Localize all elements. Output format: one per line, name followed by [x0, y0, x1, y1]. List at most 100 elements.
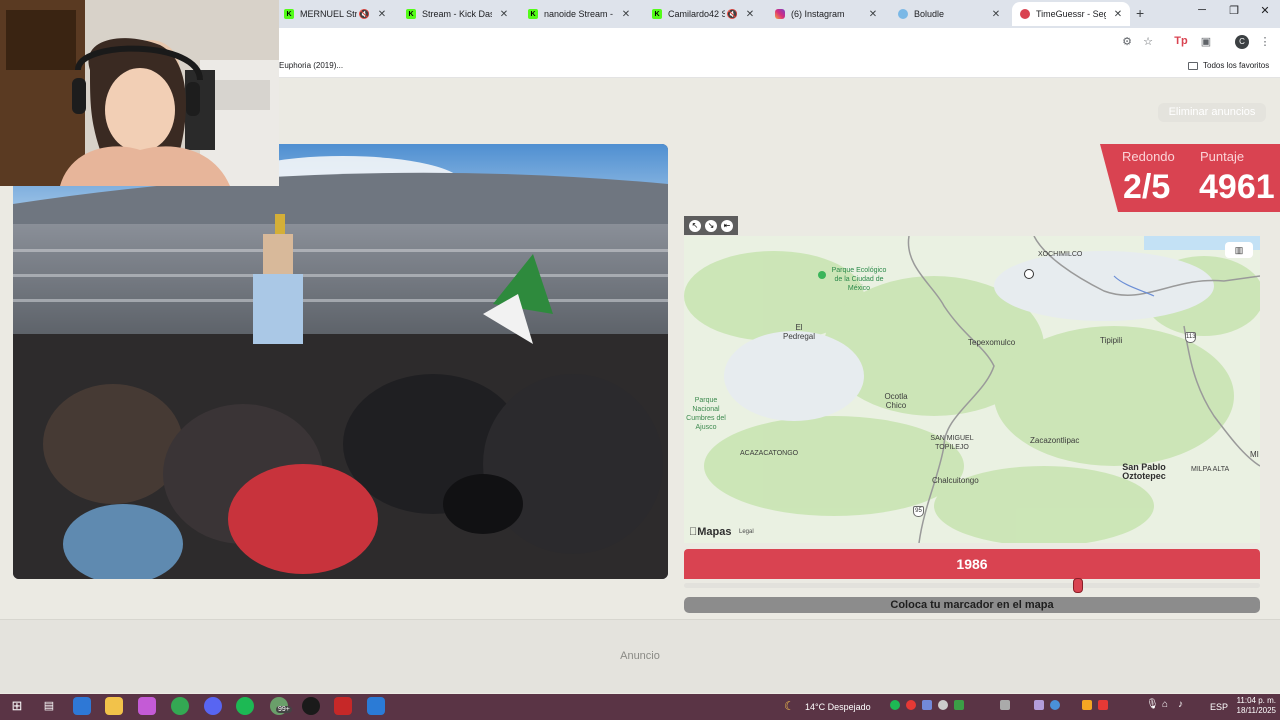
year-slider-thumb[interactable]	[1073, 578, 1083, 593]
map-legal-link[interactable]: Legal	[739, 529, 754, 535]
close-tab-icon[interactable]: ✕	[744, 9, 756, 20]
tray-monitor-icon[interactable]	[1000, 700, 1010, 710]
round-value: 2/5	[1123, 168, 1171, 206]
weather-text[interactable]: 14°C Despejado	[805, 702, 871, 712]
tab-camilardo[interactable]: K Camilardo42 Stre 🔇 ✕	[644, 2, 762, 26]
windows-start-icon[interactable]: ⊞	[8, 697, 26, 715]
tray-spotify-icon[interactable]	[890, 700, 900, 710]
year-slider-track[interactable]	[684, 583, 1260, 588]
muted-speaker-icon[interactable]: 🔇	[727, 9, 738, 20]
minimize-icon[interactable]: ─	[1187, 4, 1217, 16]
bookmark-star-icon[interactable]: ☆	[1140, 35, 1156, 48]
obs-icon[interactable]	[302, 697, 320, 715]
map-label-tepexomulco: Tepexomulco	[968, 338, 1016, 347]
map-label-ocotla: Ocotla Chico	[884, 392, 908, 410]
task-view-icon[interactable]: ▤	[40, 697, 58, 715]
all-bookmarks-label: Todos los favoritos	[1203, 61, 1270, 70]
screen: K MERNUEL Stream 🔇 ✕ K Stream - Kick Das…	[0, 0, 1280, 720]
close-tab-icon[interactable]: ✕	[1112, 9, 1124, 20]
tray-steam-icon[interactable]	[1050, 700, 1060, 710]
moon-weather-icon: ☾	[784, 699, 795, 713]
close-tab-icon[interactable]: ✕	[376, 9, 388, 20]
clock-date: 18/11/2025	[1236, 706, 1276, 715]
close-window-icon[interactable]: ✕	[1250, 4, 1280, 17]
editor-app-icon[interactable]	[367, 697, 385, 715]
file-explorer-icon[interactable]	[105, 697, 123, 715]
spotify-icon[interactable]	[236, 697, 254, 715]
all-bookmarks-folder[interactable]: Todos los favoritos	[1188, 61, 1269, 70]
webcam-feed-illustration	[0, 0, 279, 186]
tab-nanoide[interactable]: K nanoide Stream - Wa ✕	[520, 2, 638, 26]
map-type-icon[interactable]: ▥	[1225, 242, 1253, 258]
tray-mic-icon[interactable]: 🎙	[1146, 699, 1159, 710]
tab-timeguessr[interactable]: TimeGuessr - Segund ✕	[1012, 2, 1130, 26]
grab-cursor-icon	[1024, 269, 1034, 279]
map-size-controls: ↖ ↘ ⇤	[684, 216, 738, 235]
kick-icon: K	[652, 9, 662, 19]
close-tab-icon[interactable]: ✕	[867, 9, 879, 20]
tab-instagram[interactable]: (6) Instagram ✕	[767, 2, 885, 26]
map-label-zacazontlipac: Zacazontlipac	[1030, 436, 1080, 445]
tray-app-icon[interactable]	[906, 700, 916, 710]
tray-app3-icon[interactable]	[1098, 700, 1108, 710]
tab-boludle[interactable]: Boludle ✕	[890, 2, 1008, 26]
park-marker-icon	[818, 271, 826, 279]
translate-icon[interactable]: ⚙	[1119, 35, 1135, 48]
tray-volume-icon[interactable]: ♪	[1178, 699, 1183, 710]
kick-icon: K	[528, 9, 538, 19]
round-label: Redondo	[1122, 149, 1175, 164]
muted-speaker-icon[interactable]: 🔇	[359, 9, 370, 20]
taskbar-clock[interactable]: 11:04 p. m. 18/11/2025	[1228, 696, 1276, 716]
remove-ads-button[interactable]: Eliminar anuncios	[1158, 103, 1266, 122]
language-indicator[interactable]: ESP	[1210, 702, 1228, 712]
shrink-map-icon[interactable]: ↖	[689, 219, 701, 232]
tray-obs-icon[interactable]	[938, 700, 948, 710]
place-marker-button[interactable]: Coloca tu marcador en el mapa	[684, 597, 1260, 613]
map-label-acazacatongo: ACAZACATONGO	[740, 450, 799, 457]
outlook-icon[interactable]	[73, 697, 91, 715]
kick-icon: K	[284, 9, 294, 19]
map-label-chalcuitongo: Chalcuitongo	[932, 476, 979, 485]
highway-shield-icon: 95	[913, 506, 924, 517]
year-display: 1986	[684, 549, 1260, 579]
folder-icon	[1188, 61, 1198, 70]
close-tab-icon[interactable]: ✕	[498, 9, 510, 20]
tray-discord-icon[interactable]	[922, 700, 932, 710]
tray-nvidia-icon[interactable]	[954, 700, 964, 710]
score-panel: Redondo Puntaje 2/5 4961	[1100, 144, 1280, 212]
guess-map[interactable]: XOCHIMILCO Parque Ecológico de la Ciudad…	[684, 236, 1260, 543]
map-label-park: Parque Ecológico de la Ciudad de México	[831, 267, 887, 292]
close-tab-icon[interactable]: ✕	[990, 9, 1002, 20]
map-terrain	[684, 236, 1260, 543]
map-label-pedregal: El Pedregal	[782, 323, 816, 341]
extensions-icon[interactable]: ▣	[1198, 35, 1214, 48]
timeguessr-icon	[1020, 9, 1030, 19]
boludle-icon	[898, 9, 908, 19]
score-label: Puntaje	[1200, 149, 1245, 164]
chrome-icon[interactable]	[171, 697, 189, 715]
guess-photo	[13, 144, 668, 579]
apple-maps-logo: Mapas	[689, 526, 732, 538]
tray-app2-icon[interactable]	[1082, 700, 1092, 710]
pin-map-icon[interactable]: ⇤	[721, 219, 733, 232]
map-label-xochimilco: XOCHIMILCO	[1038, 251, 1083, 258]
media-app-icon[interactable]	[334, 697, 352, 715]
expand-map-icon[interactable]: ↘	[705, 219, 717, 232]
copilot-icon[interactable]	[138, 697, 156, 715]
new-tab-icon[interactable]: +	[1136, 5, 1144, 21]
webcam-overlay	[0, 0, 279, 186]
tab-kick-dashboard[interactable]: K Stream - Kick Dashbo ✕	[398, 2, 516, 26]
tray-network-icon[interactable]: ⌂	[1162, 699, 1168, 710]
close-tab-icon[interactable]: ✕	[620, 9, 632, 20]
restore-icon[interactable]: ❐	[1219, 4, 1249, 17]
discord-icon[interactable]	[204, 697, 222, 715]
bookmark-euphoria[interactable]: Euphoria (2019)...	[279, 61, 343, 70]
profile-avatar[interactable]: C	[1235, 35, 1249, 49]
extension-tp-icon[interactable]: Tp	[1173, 35, 1189, 47]
kick-icon: K	[406, 9, 416, 19]
map-label-edge: MI	[1250, 450, 1259, 459]
tab-mernuel[interactable]: K MERNUEL Stream 🔇 ✕	[276, 2, 394, 26]
menu-kebab-icon[interactable]: ⋮	[1257, 35, 1273, 48]
instagram-icon	[775, 9, 785, 19]
tray-pen-icon[interactable]	[1034, 700, 1044, 710]
